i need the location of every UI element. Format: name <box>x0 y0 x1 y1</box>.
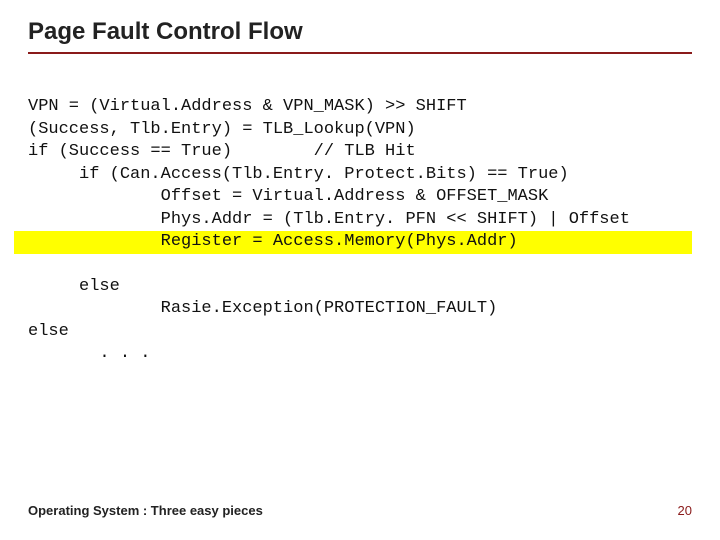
code-line: Rasie.Exception(PROTECTION_FAULT) <box>28 299 497 318</box>
code-line: VPN = (Virtual.Address & VPN_MASK) >> SH… <box>28 97 467 116</box>
title-rule <box>28 52 692 54</box>
slide-title: Page Fault Control Flow <box>28 18 692 46</box>
code-line: . . . <box>28 344 150 363</box>
page-number: 20 <box>678 503 692 518</box>
code-line: if (Success == True) // TLB Hit <box>28 142 416 161</box>
code-line: if (Can.Access(Tlb.Entry. Protect.Bits) … <box>28 165 569 184</box>
code-line: else <box>28 277 120 296</box>
code-line: else <box>28 322 69 341</box>
code-block: VPN = (Virtual.Address & VPN_MASK) >> SH… <box>28 74 692 388</box>
code-line: (Success, Tlb.Entry) = TLB_Lookup(VPN) <box>28 120 416 139</box>
footer-text: Operating System : Three easy pieces <box>28 503 263 518</box>
code-line-highlight: Register = Access.Memory(Phys.Addr) <box>14 231 692 253</box>
code-line: Offset = Virtual.Address & OFFSET_MASK <box>28 187 548 206</box>
slide: Page Fault Control Flow VPN = (Virtual.A… <box>0 0 720 540</box>
code-line: Phys.Addr = (Tlb.Entry. PFN << SHIFT) | … <box>28 210 630 229</box>
